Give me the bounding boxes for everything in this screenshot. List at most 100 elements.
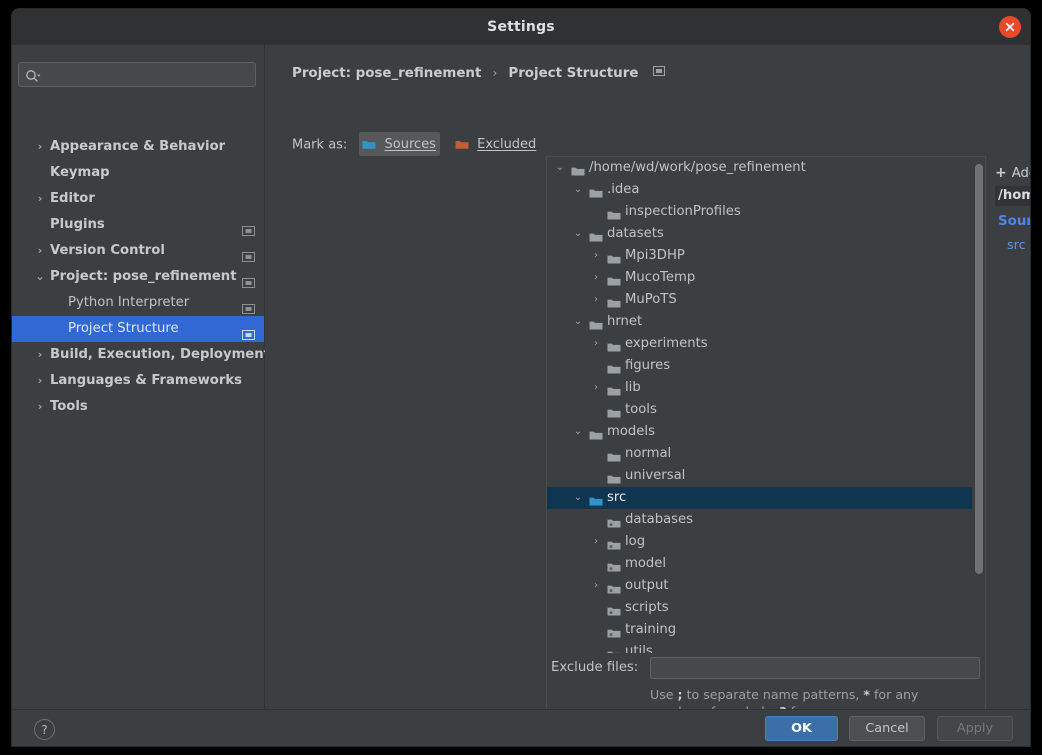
chevron-down-icon[interactable]: ⌄ xyxy=(571,311,585,333)
tree-node-label: log xyxy=(625,534,646,549)
tree-node-label: Mpi3DHP xyxy=(625,248,685,263)
content-root-tree: ⌄ /home/wd/work/pose_refinement ⌄ .idea insp… xyxy=(546,156,986,653)
tree-row[interactable]: training xyxy=(547,619,985,641)
exclude-files-input[interactable] xyxy=(650,657,980,679)
chevron-right-icon[interactable]: › xyxy=(34,186,46,212)
tree-node-label: /home/wd/work/pose_refinement xyxy=(589,160,806,175)
sources-folder-icon xyxy=(362,135,376,154)
sidebar-item-languages-frameworks[interactable]: › Languages & Frameworks xyxy=(12,368,264,394)
chevron-down-icon[interactable]: ⌄ xyxy=(553,157,567,179)
chevron-right-icon[interactable]: › xyxy=(589,267,603,289)
add-content-root-button[interactable]: + Add Content Root xyxy=(995,162,1030,181)
mark-as-sources-button[interactable]: Sources xyxy=(359,132,440,156)
breadcrumb-page: Project Structure xyxy=(508,66,639,81)
chevron-right-icon[interactable]: › xyxy=(34,238,46,264)
chevron-down-icon[interactable]: ⌄ xyxy=(34,264,46,290)
sidebar-item-label: Plugins xyxy=(50,217,105,232)
project-settings-badge-icon xyxy=(242,324,255,340)
dialog-title: Settings xyxy=(487,19,555,35)
sidebar-item-label: Build, Execution, Deployment xyxy=(50,347,270,362)
tree-row[interactable]: inspectionProfiles xyxy=(547,201,985,223)
chevron-right-icon[interactable]: › xyxy=(34,342,46,368)
chevron-down-icon[interactable]: ⌄ xyxy=(571,223,585,245)
tree-row[interactable]: model xyxy=(547,553,985,575)
excluded-folder-icon xyxy=(455,135,469,154)
sidebar-item-project-structure[interactable]: Project Structure xyxy=(12,316,264,342)
chevron-right-icon[interactable]: › xyxy=(589,245,603,267)
tree-node-label: models xyxy=(607,424,655,439)
tree-row[interactable]: › MuPoTS xyxy=(547,289,985,311)
tree-row[interactable]: scripts xyxy=(547,597,985,619)
tree-row[interactable]: › Mpi3DHP xyxy=(547,245,985,267)
tree-row[interactable]: ⌄ /home/wd/work/pose_refinement xyxy=(547,157,985,179)
chevron-right-icon[interactable]: › xyxy=(589,531,603,553)
tree-node-label: model xyxy=(625,556,667,571)
close-icon[interactable] xyxy=(999,16,1021,38)
chevron-right-icon[interactable]: › xyxy=(589,289,603,311)
sidebar-item-label: Project: pose_refinement xyxy=(50,269,237,284)
search-box[interactable] xyxy=(18,62,256,88)
breadcrumb: Project: pose_refinement › Project Struc… xyxy=(292,61,665,81)
sidebar-item-appearance-behavior[interactable]: › Appearance & Behavior xyxy=(12,134,264,160)
tree-node-label: lib xyxy=(625,380,641,395)
dialog-footer: ? OK Cancel Apply CSDN @滚雪球~ xyxy=(12,709,1030,746)
sidebar-item-editor[interactable]: › Editor xyxy=(12,186,264,212)
sidebar-item-label: Version Control xyxy=(50,243,165,258)
tree-row[interactable]: ⌄ hrnet xyxy=(547,311,985,333)
sidebar-item-label: Project Structure xyxy=(68,321,179,336)
sidebar-item-plugins[interactable]: Plugins xyxy=(12,212,264,238)
sidebar-item-version-control[interactable]: › Version Control xyxy=(12,238,264,264)
chevron-right-icon[interactable]: › xyxy=(589,333,603,355)
content-root-header: /home/wd/work/pose_refinement xyxy=(995,186,1030,206)
tree-row[interactable]: › log xyxy=(547,531,985,553)
chevron-right-icon[interactable]: › xyxy=(34,134,46,160)
tree-row[interactable]: › output xyxy=(547,575,985,597)
breadcrumb-project[interactable]: Project: pose_refinement xyxy=(292,66,481,81)
tree-row[interactable]: universal xyxy=(547,465,985,487)
tree-row[interactable]: › experiments xyxy=(547,333,985,355)
ok-button[interactable]: OK xyxy=(765,716,838,741)
tree-row[interactable]: databases xyxy=(547,509,985,531)
chevron-right-icon[interactable]: › xyxy=(34,394,46,420)
tree-node-label: src xyxy=(607,490,627,505)
tree-row[interactable]: ⌄ src xyxy=(547,487,985,509)
mark-as-excluded-button[interactable]: Excluded xyxy=(452,132,540,156)
mark-as-toolbar: Mark as: Sources Excluded xyxy=(292,132,540,156)
sidebar-item-project-pose-refinement[interactable]: ⌄ Project: pose_refinement xyxy=(12,264,264,290)
sidebar-item-tools[interactable]: › Tools xyxy=(12,394,264,420)
apply-button: Apply xyxy=(937,716,1013,741)
tree-row[interactable]: normal xyxy=(547,443,985,465)
chevron-right-icon[interactable]: › xyxy=(589,575,603,597)
tree-scrollbar-thumb[interactable] xyxy=(975,164,983,574)
project-settings-badge-icon xyxy=(242,272,255,288)
tree-node-label: universal xyxy=(625,468,686,483)
chevron-down-icon[interactable]: ⌄ xyxy=(571,421,585,443)
tree-row[interactable]: ⌄ datasets xyxy=(547,223,985,245)
sidebar-item-label: Appearance & Behavior xyxy=(50,139,226,154)
chevron-right-icon[interactable]: › xyxy=(34,368,46,394)
tree-row[interactable]: ⌄ models xyxy=(547,421,985,443)
source-folder-name[interactable]: src xyxy=(1007,238,1026,253)
sidebar-item-label: Languages & Frameworks xyxy=(50,373,242,388)
sidebar-item-build-execution-deployment[interactable]: › Build, Execution, Deployment xyxy=(12,342,270,368)
tree-node-label: MucoTemp xyxy=(625,270,696,285)
chevron-down-icon[interactable]: ⌄ xyxy=(571,487,585,509)
cancel-button[interactable]: Cancel xyxy=(849,716,925,741)
sidebar-item-label: Keymap xyxy=(50,165,110,180)
chevron-right-icon[interactable]: › xyxy=(589,377,603,399)
tree-row[interactable]: › MucoTemp xyxy=(547,267,985,289)
chevron-down-icon[interactable]: ⌄ xyxy=(571,179,585,201)
mark-as-label: Mark as: xyxy=(292,137,348,153)
tree-row[interactable]: utils xyxy=(547,641,985,653)
tree-scrollbar[interactable] xyxy=(972,157,985,653)
search-input[interactable] xyxy=(46,63,255,88)
settings-sidebar: › Appearance & Behavior Keymap › Editor Plugi… xyxy=(12,45,270,709)
mark-as-sources-label: Sources xyxy=(384,137,436,152)
tree-row[interactable]: tools xyxy=(547,399,985,421)
help-button[interactable]: ? xyxy=(34,719,55,740)
sidebar-item-python-interpreter[interactable]: Python Interpreter xyxy=(12,290,264,316)
tree-row[interactable]: ⌄ .idea xyxy=(547,179,985,201)
tree-row[interactable]: › lib xyxy=(547,377,985,399)
tree-row[interactable]: figures xyxy=(547,355,985,377)
sidebar-item-keymap[interactable]: Keymap xyxy=(12,160,264,186)
